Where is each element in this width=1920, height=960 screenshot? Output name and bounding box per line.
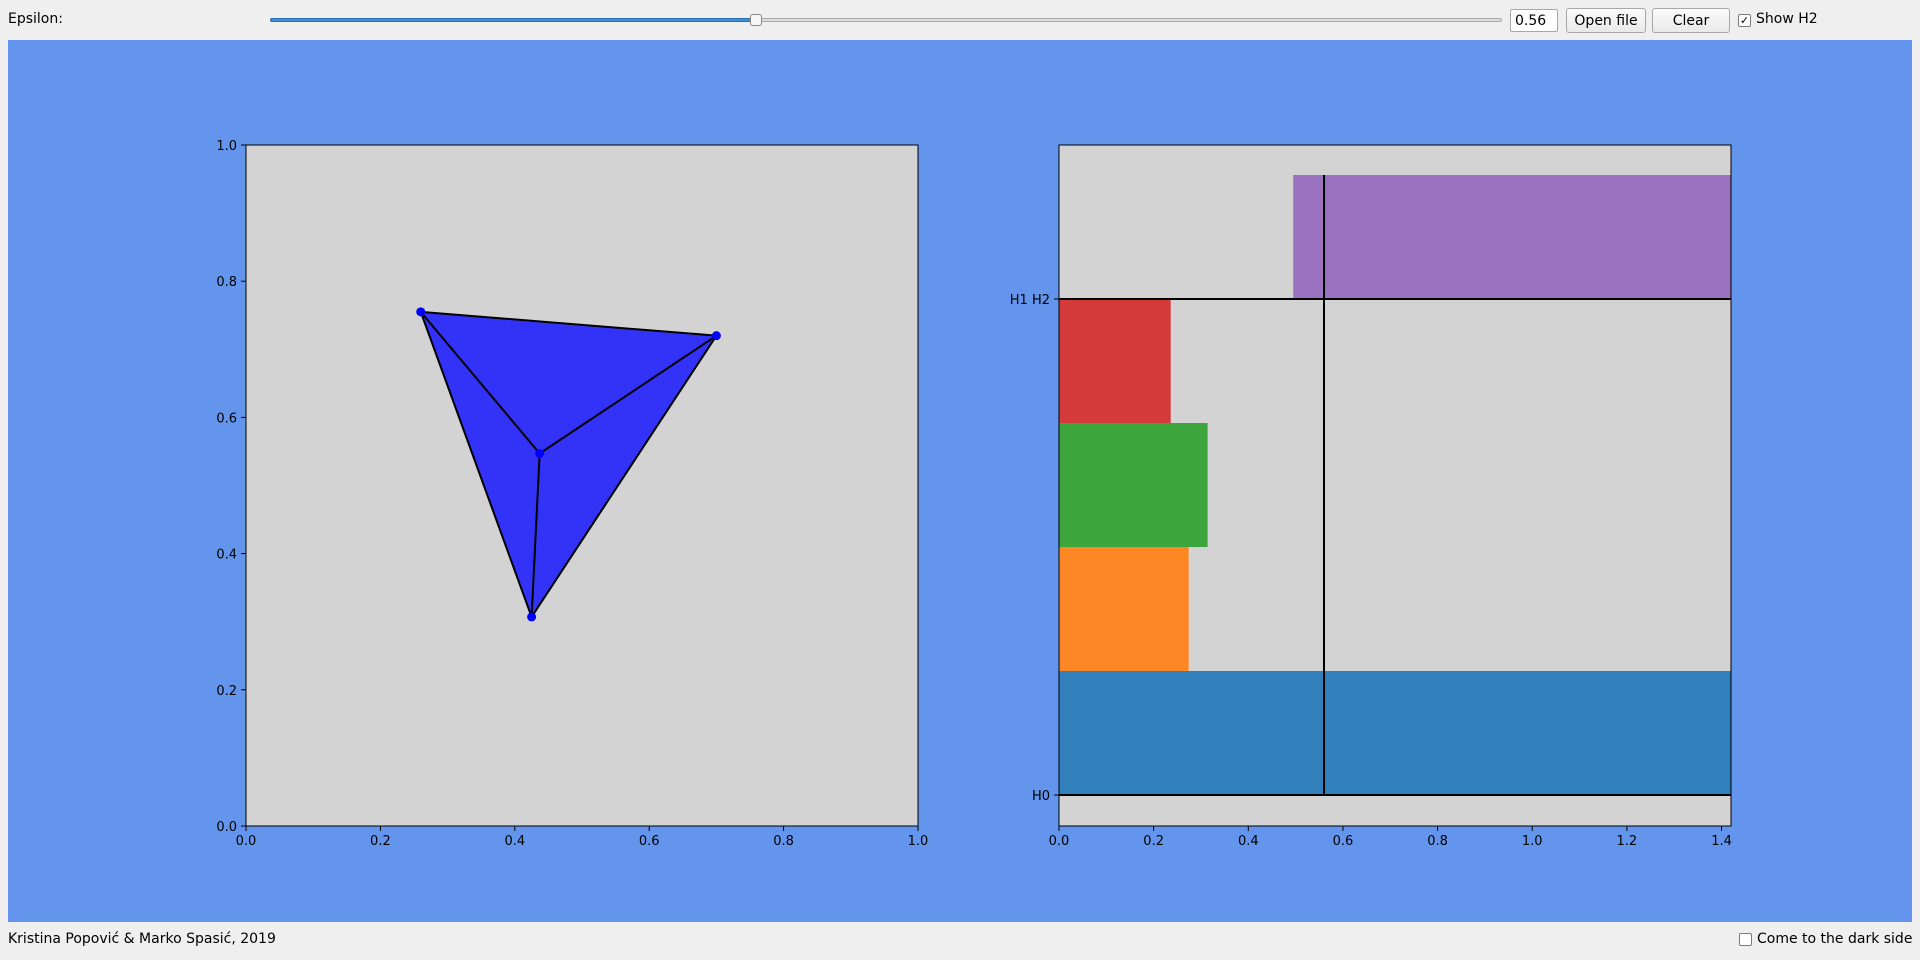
- point-2: [535, 448, 545, 458]
- x-tick-label: 0.4: [1238, 834, 1259, 849]
- plot-canvas: 0.0 0.2 0.4 0.6 0.8 1.0 0.0 0.2 0.4 0.6 0.8 1.0 H0 H…: [8, 40, 1912, 922]
- y-tick-label: 0.6: [216, 411, 237, 426]
- toolbar: Epsilon: Open file Clear ✓ Show H2: [0, 0, 1920, 40]
- slider-handle[interactable]: [749, 14, 762, 26]
- point-1: [711, 331, 721, 341]
- barcode-bar-4: [1293, 175, 1731, 299]
- x-tick-label: 0.6: [639, 834, 660, 849]
- dark-side-label: Come to the dark side: [1757, 931, 1913, 947]
- complex-plot[interactable]: 0.0 0.2 0.4 0.6 0.8 1.0 0.0 0.2 0.4 0.6 0.8 1.0: [8, 40, 958, 922]
- barcode-bar-0: [1059, 671, 1731, 795]
- x-tick-label: 0.0: [236, 834, 257, 849]
- y-tick-label: 0.8: [216, 275, 237, 290]
- x-tick-label: 0.8: [773, 834, 794, 849]
- y-tick-label: 1.0: [216, 139, 237, 154]
- barcode-bar-1: [1059, 547, 1189, 671]
- epsilon-input[interactable]: [1510, 9, 1558, 32]
- x-tick-label: 1.0: [1522, 834, 1543, 849]
- group-label: H0: [1032, 789, 1050, 804]
- show-h2-label: Show H2: [1756, 11, 1818, 27]
- x-tick-label: 1.4: [1711, 834, 1732, 849]
- x-tick-label: 0.2: [1143, 834, 1164, 849]
- x-tick-label: 0.6: [1333, 834, 1354, 849]
- x-tick-label: 0.4: [504, 834, 525, 849]
- dark-side-checkbox[interactable]: [1739, 933, 1752, 946]
- point-3: [527, 612, 537, 622]
- x-tick-label: 1.0: [908, 834, 929, 849]
- open-file-button[interactable]: Open file: [1566, 8, 1646, 33]
- point-0: [416, 307, 426, 317]
- epsilon-slider[interactable]: [270, 14, 1502, 26]
- barcode-bar-2: [1059, 423, 1208, 547]
- barcode-bar-3: [1059, 299, 1171, 423]
- show-h2-checkbox[interactable]: ✓: [1738, 14, 1751, 27]
- slider-fill: [270, 18, 756, 22]
- x-tick-label: 0.2: [370, 834, 391, 849]
- epsilon-label: Epsilon:: [8, 11, 63, 27]
- credits-text: Kristina Popović & Marko Spasić, 2019: [8, 931, 276, 947]
- barcode-plot: H0 H1 H2 0.0 0.2 0.4 0.6 0.8 1.0 1.2 1.4: [1010, 144, 1732, 849]
- y-tick-label: 0.4: [216, 548, 237, 563]
- x-tick-label: 0.8: [1427, 834, 1448, 849]
- group-label: H1 H2: [1010, 293, 1050, 308]
- x-tick-label: 1.2: [1617, 834, 1638, 849]
- clear-button[interactable]: Clear: [1652, 8, 1730, 33]
- y-tick-label: 0.2: [216, 684, 237, 699]
- x-tick-label: 0.0: [1049, 834, 1070, 849]
- y-tick-label: 0.0: [216, 820, 237, 835]
